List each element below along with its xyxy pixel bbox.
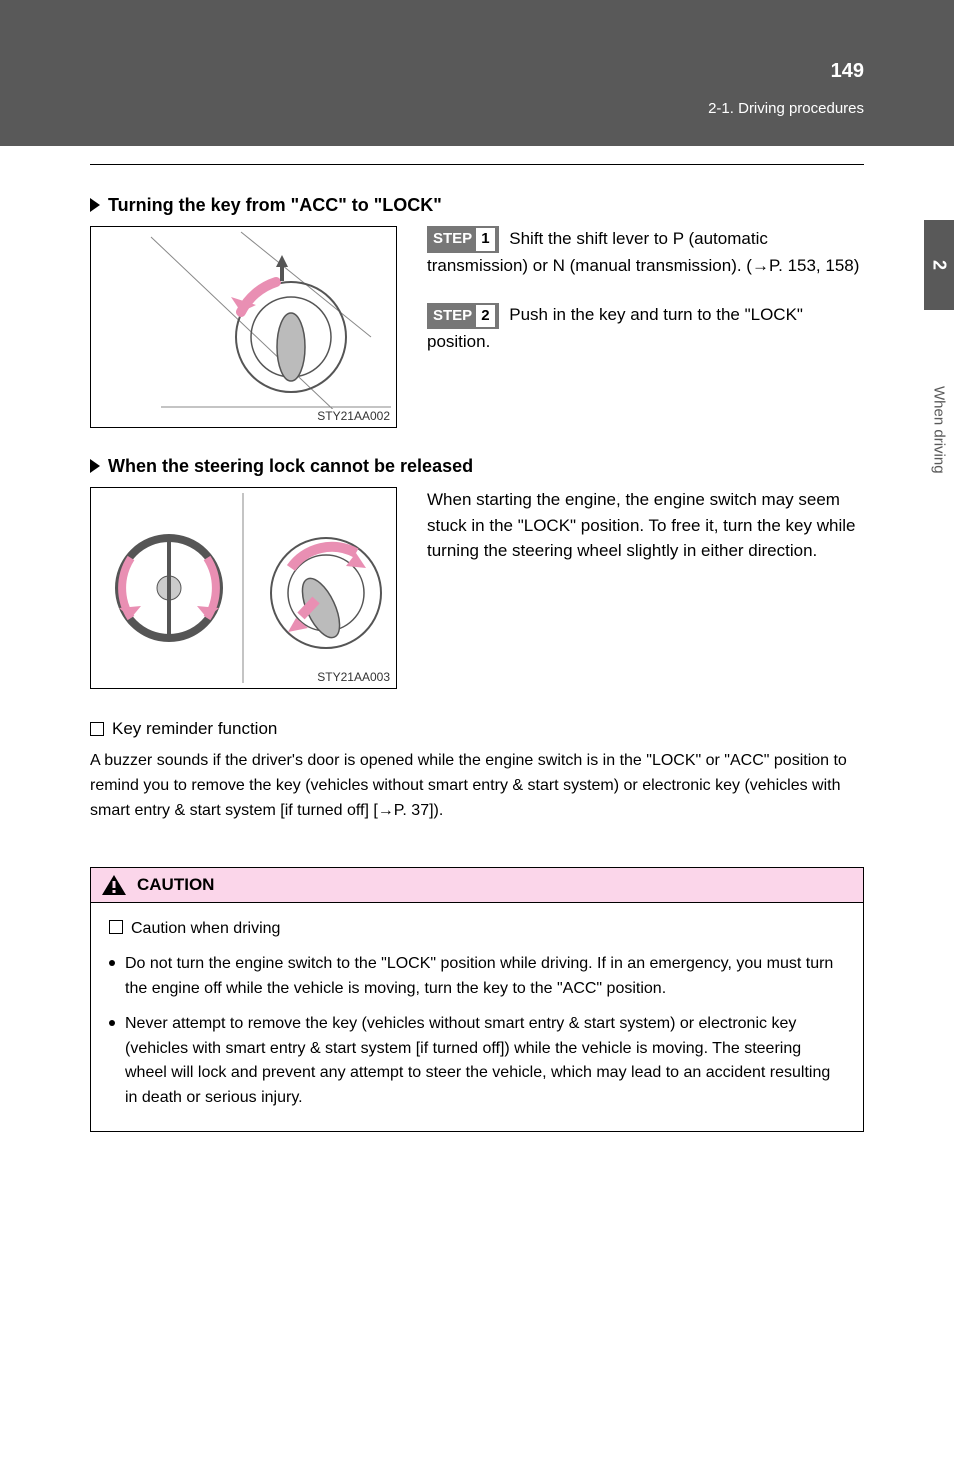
step-number-2: 2 bbox=[476, 305, 494, 328]
caution-bullet2-text: Never attempt to remove the key (vehicle… bbox=[125, 1012, 845, 1111]
square-bullet-icon bbox=[109, 920, 123, 934]
step-badge-2: STEP 2 bbox=[427, 303, 499, 330]
step1-line: STEP 1 Shift the shift lever to P (autom… bbox=[427, 226, 864, 278]
step-label: STEP bbox=[433, 305, 472, 328]
info-body-a: A buzzer sounds if the driver's door is … bbox=[90, 752, 847, 819]
side-tab: 2 bbox=[924, 220, 954, 310]
caution-sub-heading: Caution when driving bbox=[131, 917, 280, 942]
section2-heading-row: When the steering lock cannot be release… bbox=[90, 456, 864, 477]
caution-bullet1-text: Do not turn the engine switch to the "LO… bbox=[125, 952, 845, 1002]
caution-bullet-1: Do not turn the engine switch to the "LO… bbox=[109, 952, 845, 1002]
section1-heading: Turning the key from "ACC" to "LOCK" bbox=[108, 195, 442, 216]
caution-box: CAUTION Caution when driving Do not turn… bbox=[90, 867, 864, 1132]
page-number: 149 bbox=[831, 60, 864, 83]
caution-body: Caution when driving Do not turn the eng… bbox=[91, 903, 863, 1131]
warning-triangle-icon bbox=[101, 874, 127, 896]
info-block: Key reminder function A buzzer sounds if… bbox=[90, 719, 864, 823]
caution-header: CAUTION bbox=[91, 868, 863, 903]
section1-row: STY21AA002 STEP 1 Shift the shift lever … bbox=[90, 226, 864, 428]
section-path: 2-1. Driving procedures bbox=[708, 100, 864, 117]
step-label: STEP bbox=[433, 228, 472, 251]
section1-steps: STEP 1 Shift the shift lever to P (autom… bbox=[397, 226, 864, 379]
ignition-diagram-1-icon bbox=[91, 227, 396, 427]
right-arrow-icon: → bbox=[752, 256, 769, 275]
header-band: 149 2-1. Driving procedures bbox=[0, 0, 954, 146]
figure1-caption: STY21AA002 bbox=[317, 409, 390, 423]
info-body: A buzzer sounds if the driver's door is … bbox=[90, 749, 864, 823]
dot-bullet-icon bbox=[109, 960, 115, 966]
info-body-b: P. 37]). bbox=[394, 802, 444, 819]
info-heading: Key reminder function bbox=[112, 719, 277, 739]
section2-row: STY21AA003 When starting the engine, the… bbox=[90, 487, 864, 689]
right-arrow-icon: → bbox=[378, 802, 394, 819]
section2-heading: When the steering lock cannot be release… bbox=[108, 456, 473, 477]
side-section-label: When driving bbox=[924, 330, 954, 530]
section1-heading-row: Turning the key from "ACC" to "LOCK" bbox=[90, 195, 864, 216]
dot-bullet-icon bbox=[109, 1020, 115, 1026]
caution-bullet-2: Never attempt to remove the key (vehicle… bbox=[109, 1012, 845, 1111]
caution-sub-heading-row: Caution when driving bbox=[109, 917, 845, 942]
ignition-diagram-2-icon bbox=[91, 488, 396, 688]
triangle-bullet-icon bbox=[90, 198, 100, 212]
step1-text-b: P. 153, 158) bbox=[769, 256, 859, 275]
square-bullet-icon bbox=[90, 722, 104, 736]
figure-steering-lock: STY21AA003 bbox=[90, 487, 397, 689]
step2-line: STEP 2 Push in the key and turn to the "… bbox=[427, 302, 864, 354]
triangle-bullet-icon bbox=[90, 459, 100, 473]
step-number-1: 1 bbox=[476, 228, 494, 251]
caution-title: CAUTION bbox=[137, 875, 214, 895]
figure2-caption: STY21AA003 bbox=[317, 670, 390, 684]
info-heading-row: Key reminder function bbox=[90, 719, 864, 739]
section2-body: When starting the engine, the engine swi… bbox=[397, 487, 864, 564]
top-rule bbox=[90, 164, 864, 165]
step-badge-1: STEP 1 bbox=[427, 226, 499, 253]
figure-key-acc-to-lock: STY21AA002 bbox=[90, 226, 397, 428]
